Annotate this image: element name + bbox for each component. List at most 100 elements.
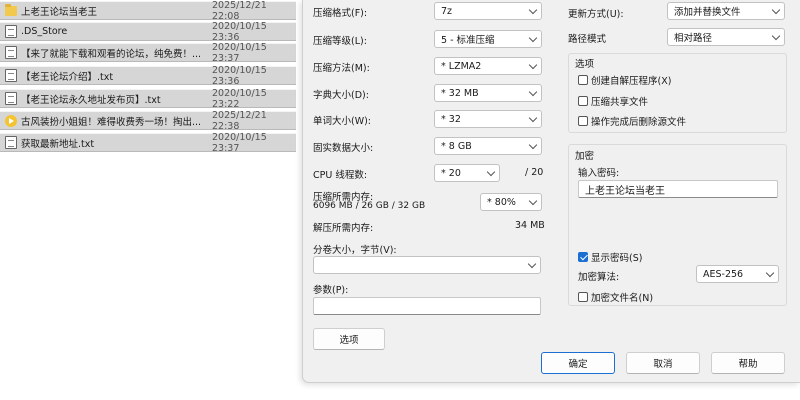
mem-usage-select[interactable]: * 80%: [480, 193, 542, 211]
path-select[interactable]: 相对路径: [667, 28, 785, 46]
level-select[interactable]: 5 - 标准压缩: [434, 30, 542, 48]
update-value: 添加并替换文件: [674, 7, 741, 18]
checkbox-icon: [578, 116, 588, 126]
chevron-down-icon: [528, 196, 538, 206]
chevron-down-icon: [528, 33, 538, 43]
encrypt-names-label: 加密文件名(N): [591, 293, 654, 304]
mem-usage-value: * 80%: [487, 196, 516, 208]
sfx-label: 创建自解压程序(X): [591, 76, 672, 87]
ok-button[interactable]: 确定: [541, 352, 615, 374]
checkbox-icon: [578, 96, 588, 106]
list-item[interactable]: 古风装扮小姐姐！难得收费秀一场！掏出... 2025/12/21 22:38: [0, 109, 296, 132]
mem-decomp-label: 解压所需内存:: [313, 223, 374, 234]
delete-after-checkbox[interactable]: 操作完成后删除源文件: [578, 114, 686, 128]
method-value: * LZMA2: [441, 60, 482, 72]
play-icon: [5, 114, 17, 127]
password-label: 输入密码:: [578, 168, 620, 179]
chevron-down-icon: [765, 268, 775, 278]
path-label: 路径模式: [568, 34, 607, 45]
format-label: 压缩格式(F):: [313, 8, 368, 19]
help-button[interactable]: 帮助: [711, 352, 785, 374]
list-item[interactable]: .DS_Store 2020/10/15 23:36: [0, 20, 296, 43]
dict-value: * 32 MB: [441, 87, 479, 99]
update-label: 更新方式(U):: [568, 9, 624, 20]
document-icon: [5, 46, 17, 59]
checkbox-checked-icon: [578, 252, 588, 262]
list-item[interactable]: 【老王论坛永久地址发布页】.txt 2020/10/15 23:22: [0, 88, 296, 110]
chevron-down-icon: [771, 31, 781, 41]
folder-icon: [5, 4, 17, 16]
solid-value: * 8 GB: [441, 140, 472, 152]
list-item[interactable]: 获取最新地址.txt 2020/10/15 23:37: [0, 131, 296, 154]
show-password-label: 显示密码(S): [591, 253, 643, 264]
shared-files-label: 压缩共享文件: [591, 97, 649, 108]
shared-files-checkbox[interactable]: 压缩共享文件: [578, 94, 648, 108]
algorithm-label: 加密算法:: [578, 272, 620, 283]
cpu-select[interactable]: * 20: [434, 164, 500, 182]
file-name: .DS_Store: [21, 26, 68, 37]
solid-label: 固实数据大小:: [313, 143, 374, 154]
split-label: 分卷大小，字节(V):: [313, 245, 397, 256]
chevron-down-icon: [771, 5, 781, 15]
params-input[interactable]: [313, 297, 541, 315]
chevron-down-icon: [528, 60, 538, 70]
cpu-value: * 20: [441, 167, 461, 179]
split-volume-select[interactable]: [313, 256, 541, 274]
chevron-down-icon: [486, 167, 496, 177]
format-value: 7z: [441, 5, 453, 17]
sfx-checkbox[interactable]: 创建自解压程序(X): [578, 73, 671, 87]
level-label: 压缩等级(L):: [313, 36, 367, 47]
file-name: 【老王论坛介绍】.txt: [21, 71, 114, 83]
dict-select[interactable]: * 32 MB: [434, 84, 542, 102]
mem-comp-detail: 6096 MB / 26 GB / 32 GB: [313, 201, 426, 211]
level-value: 5 - 标准压缩: [441, 35, 495, 46]
word-value: * 32: [441, 113, 461, 125]
format-select[interactable]: 7z: [434, 2, 542, 20]
options-button[interactable]: 选项: [313, 328, 385, 350]
file-date: 2020/10/15 23:37: [212, 131, 267, 154]
cpu-label: CPU 线程数:: [313, 170, 368, 181]
mem-decomp-value: 34 MB: [515, 220, 545, 231]
cpu-total: / 20: [525, 167, 544, 178]
password-input[interactable]: 上老王论坛当老王: [578, 180, 778, 198]
solid-select[interactable]: * 8 GB: [434, 137, 542, 155]
file-name: 上老王论坛当老王: [21, 6, 98, 18]
cancel-button[interactable]: 取消: [626, 352, 700, 374]
file-date: 2025/12/21 22:08: [212, 0, 267, 22]
file-name: 【来了就能下载和观看的论坛，纯免费！...: [21, 48, 202, 60]
dict-label: 字典大小(D):: [313, 90, 369, 101]
method-label: 压缩方法(M):: [313, 63, 370, 74]
options-group-title: 选项: [575, 59, 595, 70]
file-date: 2020/10/15 23:36: [212, 64, 267, 87]
word-label: 单词大小(W):: [313, 116, 372, 127]
list-item[interactable]: 上老王论坛当老王 2025/12/21 22:08: [0, 0, 296, 22]
chevron-down-icon: [528, 113, 538, 123]
show-password-checkbox[interactable]: 显示密码(S): [578, 250, 642, 264]
document-icon: [5, 69, 17, 82]
file-date: 2025/12/21 22:38: [212, 109, 267, 132]
list-item[interactable]: 【来了就能下载和观看的论坛，纯免费！... 2020/10/15 23:37: [0, 41, 296, 64]
list-item[interactable]: 【老王论坛介绍】.txt 2020/10/15 23:36: [0, 64, 296, 87]
method-select[interactable]: * LZMA2: [434, 57, 542, 75]
chevron-down-icon: [528, 140, 538, 150]
file-date: 2020/10/15 23:37: [212, 41, 267, 64]
chevron-down-icon: [527, 259, 537, 269]
file-name: 获取最新地址.txt: [21, 138, 95, 150]
file-name: 【老王论坛永久地址发布页】.txt: [21, 94, 161, 106]
encrypt-names-checkbox[interactable]: 加密文件名(N): [578, 290, 653, 304]
file-date: 2020/10/15 23:36: [212, 20, 267, 43]
chevron-down-icon: [528, 87, 538, 97]
algorithm-select[interactable]: AES-256: [696, 265, 779, 283]
delete-after-label: 操作完成后删除源文件: [591, 117, 687, 128]
file-name: 古风装扮小姐姐！难得收费秀一场！掏出...: [21, 116, 202, 128]
document-icon: [5, 92, 17, 105]
update-select[interactable]: 添加并替换文件: [667, 2, 785, 20]
params-label: 参数(P):: [313, 285, 349, 296]
document-icon: [5, 25, 17, 38]
chevron-down-icon: [528, 5, 538, 15]
checkbox-icon: [578, 292, 588, 302]
document-icon: [5, 136, 17, 149]
word-select[interactable]: * 32: [434, 110, 542, 128]
checkbox-icon: [578, 75, 588, 85]
algorithm-value: AES-256: [703, 268, 744, 280]
